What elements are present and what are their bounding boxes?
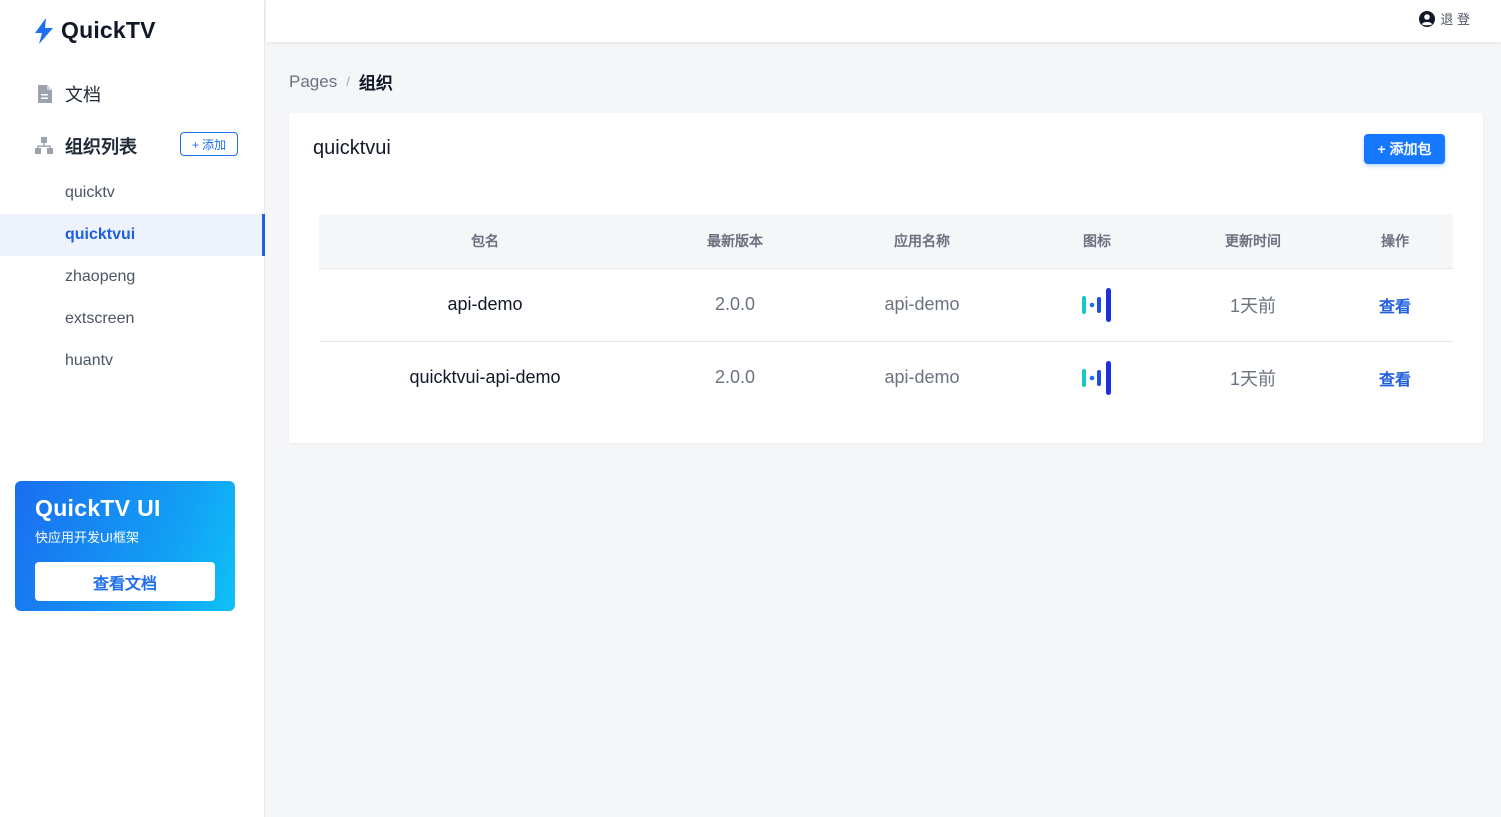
column-header: 更新时间 [1225, 232, 1281, 249]
org-list: quicktv quicktvui zhaopeng extscreen hua… [0, 172, 265, 382]
column-header: 最新版本 [707, 232, 763, 249]
app-name-cell: api-demo [884, 367, 960, 388]
add-package-button[interactable]: + 添加包 [1364, 134, 1445, 164]
promo-subtitle: 快应用开发UI框架 [35, 530, 140, 545]
updated-cell: 1天前 [1229, 295, 1276, 316]
table-header-row: 包名 最新版本 应用名称 图标 更新时间 操作 [319, 214, 1453, 268]
org-card: quicktvui + 添加包 包名 最新版本 应用名称 图标 更新时间 操作 … [289, 113, 1483, 443]
audio-bars-icon [1082, 287, 1111, 322]
sidebar-item-org[interactable]: quicktvui [0, 214, 265, 256]
document-icon [35, 85, 53, 103]
sidebar-item-orgs[interactable]: 组织列表 [35, 133, 137, 159]
top-bar: 退 登 [266, 0, 1501, 42]
promo-banner: QuickTV UI 快应用开发UI框架 查看文档 [15, 481, 235, 611]
app-name-cell: api-demo [884, 294, 960, 314]
icon-cell [1025, 341, 1169, 414]
updated-cell: 1天前 [1229, 368, 1276, 389]
version-cell: 2.0.0 [714, 367, 756, 388]
sidebar-item-org[interactable]: quicktv [0, 172, 265, 214]
sidebar-item-org[interactable]: extscreen [0, 298, 265, 340]
package-name-cell: api-demo [447, 294, 523, 314]
icon-cell [1025, 268, 1169, 341]
sidebar-item-org[interactable]: huantv [0, 340, 265, 382]
table-row: api-demo 2.0.0 api-demo 1天前 查看 [319, 268, 1453, 341]
logout-button[interactable]: 退 登 [1419, 9, 1470, 28]
sidebar-item-docs-label: 文档 [65, 85, 101, 105]
logout-label: 退 登 [1440, 12, 1470, 27]
user-circle-icon [1419, 10, 1436, 27]
version-cell: 2.0.0 [714, 294, 756, 314]
add-org-button[interactable]: + 添加 [180, 132, 238, 156]
column-header: 图标 [1083, 232, 1111, 249]
column-header: 操作 [1381, 232, 1409, 249]
audio-bars-icon [1082, 360, 1111, 395]
breadcrumb-separator: / [346, 74, 350, 89]
package-table: 包名 最新版本 应用名称 图标 更新时间 操作 api-demo 2.0.0 a… [319, 214, 1453, 414]
table-row: quicktvui-api-demo 2.0.0 api-demo 1天前 查看 [319, 341, 1453, 414]
brand-name: QuickTV [61, 17, 156, 43]
brand-logo[interactable]: QuickTV [33, 17, 156, 44]
breadcrumb: Pages / 组织 [289, 69, 393, 94]
breadcrumb-root[interactable]: Pages [289, 72, 337, 92]
view-link[interactable]: 查看 [1337, 341, 1453, 414]
page-title: quicktvui [313, 137, 391, 159]
view-docs-button[interactable]: 查看文档 [35, 562, 215, 601]
sitemap-icon [35, 137, 53, 155]
sidebar-item-org[interactable]: zhaopeng [0, 256, 265, 298]
sidebar-item-docs[interactable]: 文档 [35, 81, 101, 107]
promo-title: QuickTV UI [35, 495, 161, 521]
sidebar-item-orgs-label: 组织列表 [65, 137, 137, 157]
sidebar: QuickTV 文档 组织列表 + 添加 quicktv quicktvui z… [0, 0, 265, 817]
view-link[interactable]: 查看 [1337, 268, 1453, 341]
breadcrumb-current: 组织 [358, 74, 393, 93]
package-name-cell: quicktvui-api-demo [409, 367, 561, 388]
lightning-icon [35, 17, 53, 44]
column-header: 包名 [471, 232, 499, 249]
column-header: 应用名称 [894, 232, 950, 249]
